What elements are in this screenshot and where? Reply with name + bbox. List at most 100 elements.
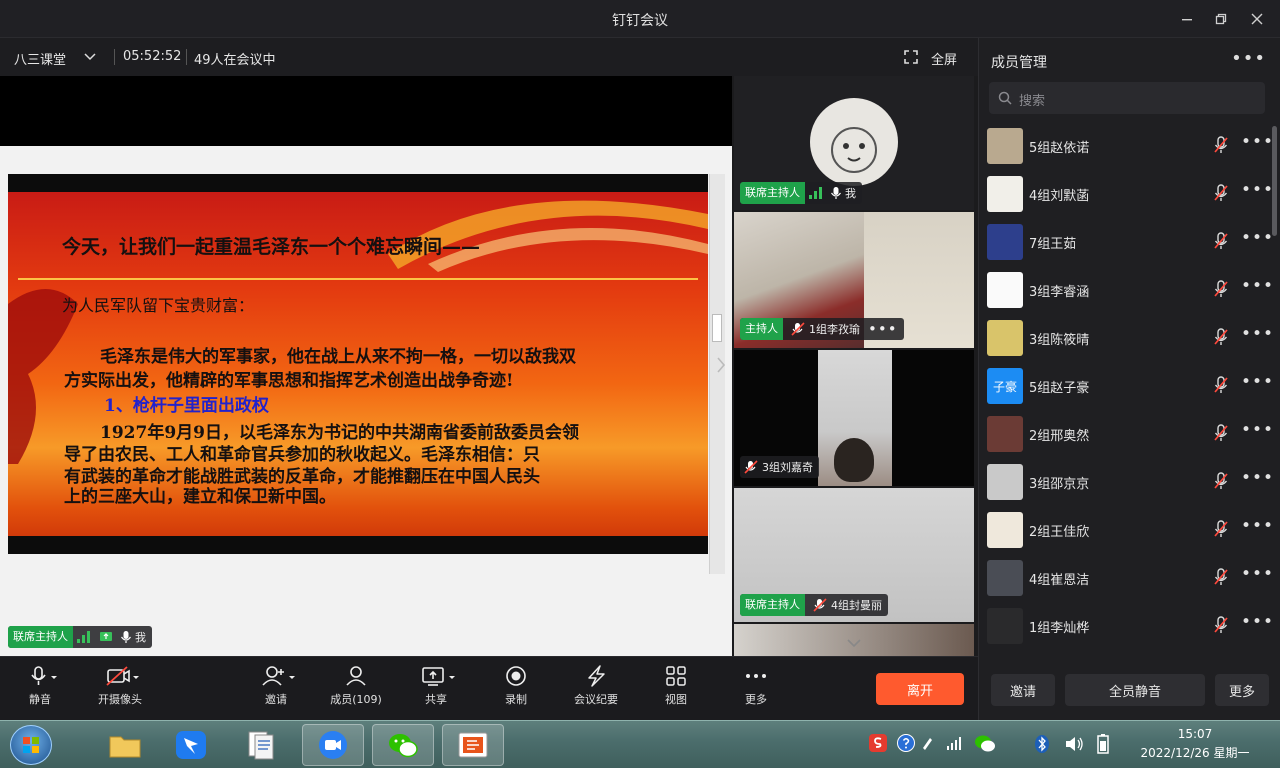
minimize-button[interactable]	[1176, 9, 1198, 29]
help-icon[interactable]	[896, 733, 916, 753]
member-more-icon[interactable]: •••	[1241, 324, 1274, 344]
member-row[interactable]: 4组刘默菡 •••	[979, 170, 1273, 218]
invite-toolbar-button[interactable]: 邀请	[236, 665, 316, 715]
system-clock[interactable]: 15:07 2022/12/26 星期一	[1130, 725, 1260, 763]
minutes-button[interactable]: 会议纪要	[556, 665, 636, 715]
bluetooth-icon[interactable]	[1034, 734, 1050, 754]
taskbar-explorer[interactable]	[94, 724, 156, 766]
member-more-icon[interactable]: •••	[1241, 132, 1274, 152]
stage-speaker-badge: 联席主持人 我	[8, 626, 152, 648]
member-more-icon[interactable]: •••	[1241, 564, 1274, 584]
more-button[interactable]: 更多	[1215, 674, 1269, 706]
windows-logo-icon	[23, 737, 39, 753]
mic-muted-icon[interactable]	[1213, 616, 1229, 634]
chevron-down-icon[interactable]	[846, 638, 862, 648]
member-more-icon[interactable]: •••	[1241, 180, 1274, 200]
video-badge: 主持人 1组李孜瑜 •••	[740, 318, 904, 340]
mute-button[interactable]: 静音	[0, 665, 80, 715]
member-name: 3组邵京京	[1029, 477, 1090, 492]
meeting-name[interactable]: 八三课堂	[14, 49, 66, 68]
member-row[interactable]: 2组邢奥然 •••	[979, 410, 1273, 458]
member-more-icon[interactable]: •••	[1241, 372, 1274, 392]
member-more-icon[interactable]: •••	[1241, 516, 1274, 536]
pen-icon[interactable]	[920, 735, 934, 751]
member-row[interactable]: 3组陈筱晴 •••	[979, 314, 1273, 362]
ppt-scroll-thumb[interactable]	[712, 314, 722, 342]
video-tile-4[interactable]	[734, 624, 974, 656]
mic-muted-icon[interactable]	[1213, 328, 1229, 346]
avatar	[987, 416, 1023, 452]
chevron-right-icon[interactable]	[716, 356, 726, 374]
video-tile-2[interactable]: 3组刘嘉奇	[734, 350, 974, 486]
member-more-icon[interactable]: •••	[1241, 420, 1274, 440]
mic-muted-icon[interactable]	[1213, 136, 1229, 154]
invite-button[interactable]: 邀请	[991, 674, 1055, 706]
member-search-input[interactable]: 搜索	[989, 82, 1265, 114]
view-button[interactable]: 视图	[636, 665, 716, 715]
mic-muted-icon	[791, 322, 805, 336]
member-more-icon[interactable]: •••	[1241, 276, 1274, 296]
more-icon[interactable]: •••	[868, 320, 898, 338]
taskbar-wechat[interactable]	[372, 724, 434, 766]
battery-icon[interactable]	[1094, 733, 1112, 755]
windows-taskbar: 15:07 2022/12/26 星期一	[0, 720, 1280, 768]
member-list-scrollbar[interactable]	[1272, 126, 1277, 236]
member-row[interactable]: 3组邵京京 •••	[979, 458, 1273, 506]
video-tile-self[interactable]: 联席主持人 我	[734, 76, 974, 210]
member-row[interactable]: 2组王佳欣 •••	[979, 506, 1273, 554]
member-row[interactable]: 1组李灿桦 •••	[979, 602, 1273, 650]
avatar	[987, 224, 1023, 260]
video-tile-3[interactable]: 联席主持人 4组封曼丽	[734, 488, 974, 622]
close-icon	[1251, 13, 1263, 25]
taskbar-meeting[interactable]	[302, 724, 364, 766]
screen-share-icon	[422, 667, 455, 686]
mic-muted-icon[interactable]	[1213, 232, 1229, 250]
maximize-button[interactable]	[1210, 9, 1232, 29]
member-row[interactable]: 5组赵依诺 •••	[979, 122, 1273, 170]
sogou-input-icon[interactable]	[868, 733, 888, 753]
start-button[interactable]	[10, 725, 52, 765]
video-badge: 3组刘嘉奇	[740, 456, 819, 478]
mute-all-button[interactable]: 全员静音	[1065, 674, 1205, 706]
fullscreen-button[interactable]: 全屏	[931, 49, 957, 68]
mic-muted-icon[interactable]	[1213, 520, 1229, 538]
member-more-icon[interactable]: •••	[1241, 468, 1274, 488]
members-button[interactable]: 成员(109)	[316, 665, 396, 715]
clock-date: 2022/12/26 星期一	[1140, 746, 1250, 760]
more-toolbar-button[interactable]: 更多	[716, 665, 796, 715]
record-icon	[506, 666, 526, 686]
member-row[interactable]: 3组李睿涵 •••	[979, 266, 1273, 314]
ppt-scrollbar[interactable]	[709, 174, 725, 574]
wechat-tray-icon[interactable]	[974, 734, 996, 754]
share-button[interactable]: 共享	[396, 665, 476, 715]
mic-muted-icon[interactable]	[1213, 280, 1229, 298]
panel-more-icon[interactable]: •••	[1231, 48, 1266, 69]
taskbar-presentation[interactable]	[442, 724, 504, 766]
record-button[interactable]: 录制	[476, 665, 556, 715]
mic-muted-icon[interactable]	[1213, 376, 1229, 394]
close-button[interactable]	[1246, 9, 1268, 29]
taskbar-documents[interactable]	[230, 724, 292, 766]
mic-muted-icon[interactable]	[1213, 472, 1229, 490]
mic-muted-icon[interactable]	[1213, 184, 1229, 202]
member-row[interactable]: 7组王茹 •••	[979, 218, 1273, 266]
member-row[interactable]: 4组崔恩洁 •••	[979, 554, 1273, 602]
network-signal-icon[interactable]	[946, 737, 962, 751]
mic-muted-icon[interactable]	[1213, 568, 1229, 586]
cohost-label: 联席主持人	[8, 626, 73, 648]
video-tile-1[interactable]: 主持人 1组李孜瑜 •••	[734, 212, 974, 348]
member-more-icon[interactable]: •••	[1241, 228, 1274, 248]
decor-ribbon	[388, 200, 708, 272]
camera-button[interactable]: 开摄像头	[80, 665, 160, 715]
fullscreen-icon[interactable]	[904, 50, 918, 64]
shared-screen-stage: 今天，让我们一起重温毛泽东一个个难忘瞬间—— 为人民军队留下宝贵财富： 毛泽东是…	[0, 76, 732, 658]
member-more-icon[interactable]: •••	[1241, 612, 1274, 632]
chevron-down-icon[interactable]	[84, 53, 96, 61]
clock-time: 15:07	[1177, 727, 1213, 741]
leave-button[interactable]: 离开	[876, 673, 964, 705]
member-name: 4组崔恩洁	[1029, 573, 1090, 588]
taskbar-dingtalk[interactable]	[160, 724, 222, 766]
mic-muted-icon[interactable]	[1213, 424, 1229, 442]
member-row[interactable]: 子豪 5组赵子豪 •••	[979, 362, 1273, 410]
volume-icon[interactable]	[1064, 735, 1084, 753]
